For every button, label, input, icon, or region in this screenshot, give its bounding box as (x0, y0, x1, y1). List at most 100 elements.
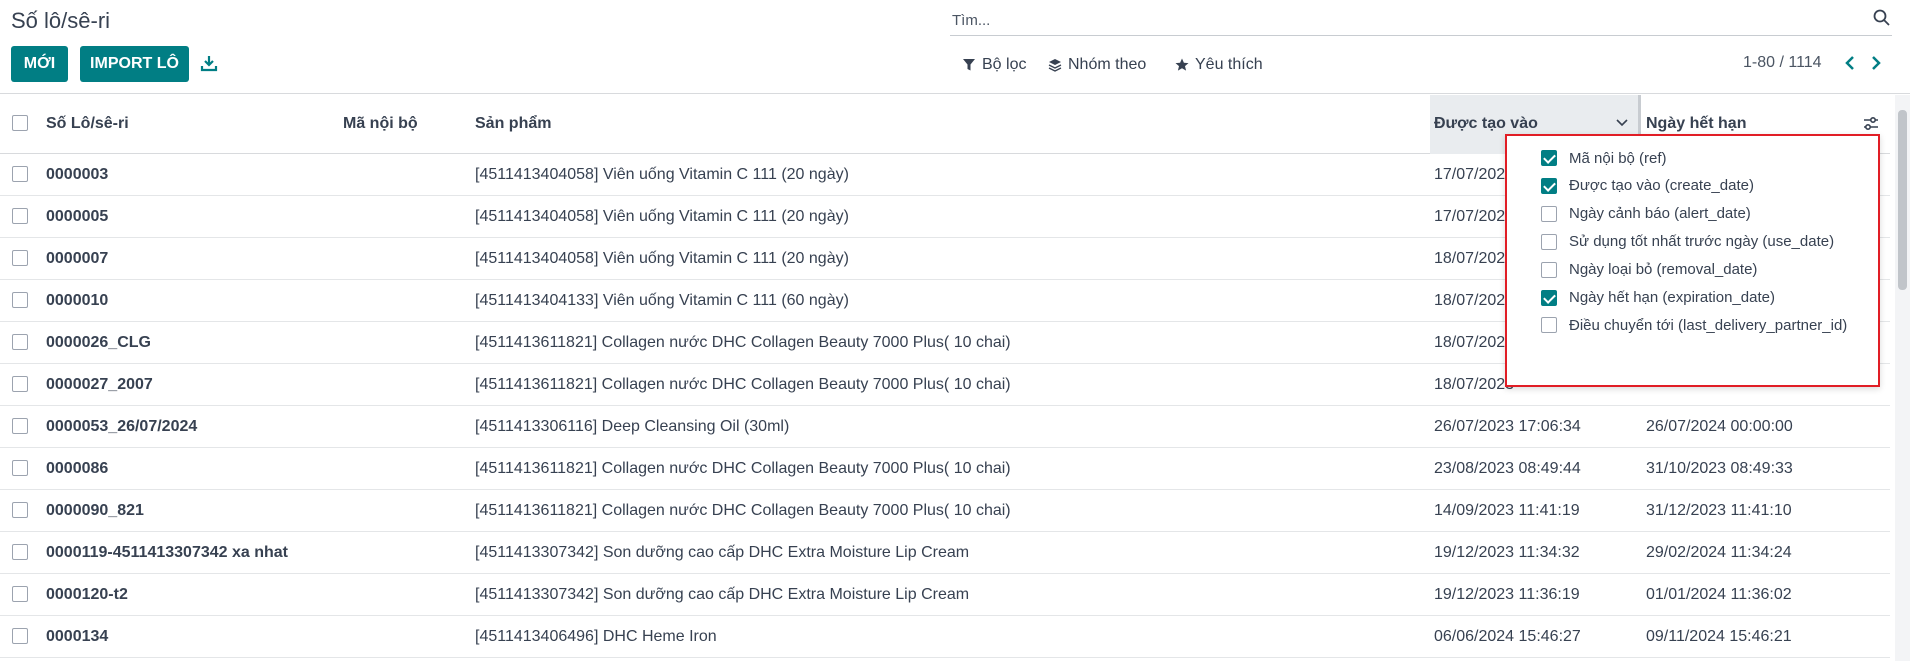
row-checkbox[interactable] (12, 586, 28, 602)
table-row[interactable]: 0000134 [4511413406496] DHC Heme Iron 06/0… (0, 616, 1890, 658)
row-checkbox[interactable] (12, 208, 28, 224)
optional-column-label: Điều chuyển tới (last_delivery_partner_i… (1569, 316, 1848, 334)
select-all-checkbox[interactable] (12, 115, 28, 131)
table-row[interactable]: 0000120-t2 [4511413307342] Son dưỡng cao … (0, 574, 1890, 616)
chevron-right-icon[interactable] (1866, 53, 1886, 73)
vertical-scrollbar[interactable] (1895, 95, 1910, 661)
optional-column-option[interactable]: Điều chuyển tới (last_delivery_partner_i… (1541, 313, 1847, 337)
column-header-lot[interactable]: Số Lô/sê-ri (46, 115, 129, 133)
pager-value[interactable]: 1-80 / 1114 (1743, 54, 1822, 72)
group-by-button[interactable]: Nhóm theo (1048, 56, 1146, 74)
cell-expiration: 29/02/2024 11:34:24 (1646, 544, 1792, 561)
column-header-created[interactable]: Được tạo vào (1434, 115, 1538, 133)
cell-expiration: 31/12/2023 11:41:10 (1646, 502, 1792, 519)
optional-column-checkbox[interactable] (1541, 261, 1557, 278)
optional-column-checkbox[interactable] (1541, 317, 1557, 334)
cell-created: 26/07/2023 17:06:34 (1434, 418, 1581, 435)
chevron-left-icon[interactable] (1840, 53, 1860, 73)
row-checkbox[interactable] (12, 502, 28, 518)
import-lots-button[interactable]: IMPORT LÔ (80, 46, 189, 82)
cell-product: [4511413404058] Viên uống Vitamin C 111 … (475, 166, 849, 183)
cell-created: 19/12/2023 11:34:32 (1434, 544, 1580, 561)
optional-column-checkbox[interactable] (1541, 233, 1557, 250)
optional-column-option[interactable]: Ngày loại bỏ (removal_date) (1541, 258, 1757, 282)
optional-column-option[interactable]: Mã nội bộ (ref) (1541, 146, 1667, 170)
row-checkbox[interactable] (12, 628, 28, 644)
cell-lot: 0000120-t2 (46, 586, 128, 603)
optional-column-option[interactable]: Sử dụng tốt nhất trước ngày (use_date) (1541, 230, 1834, 254)
cell-created: 14/09/2023 11:41:19 (1434, 502, 1580, 519)
cell-lot: 0000003 (46, 166, 109, 183)
page-title: Số lô/sê-ri (11, 8, 111, 33)
cell-lot: 0000053_26/07/2024 (46, 418, 198, 435)
optional-column-option[interactable]: Ngày cảnh báo (alert_date) (1541, 202, 1751, 226)
row-checkbox[interactable] (12, 292, 28, 308)
optional-column-option[interactable]: Ngày hết hạn (expiration_date) (1541, 286, 1775, 310)
row-checkbox[interactable] (12, 334, 28, 350)
cell-product: [4511413404133] Viên uống Vitamin C 111 … (475, 292, 849, 309)
optional-column-checkbox[interactable] (1541, 289, 1557, 306)
optional-column-label: Ngày cảnh báo (alert_date) (1569, 205, 1751, 223)
cell-lot: 0000119-4511413307342 xa nhat (46, 544, 288, 561)
table-row[interactable]: 0000119-4511413307342 xa nhat [4511413307… (0, 532, 1890, 574)
download-icon[interactable] (199, 53, 219, 73)
cell-expiration: 09/11/2024 15:46:21 (1646, 628, 1792, 645)
cell-lot: 0000010 (46, 292, 109, 309)
cell-created: 18/07/2023 (1434, 250, 1515, 267)
row-checkbox[interactable] (12, 460, 28, 476)
cell-created: 17/07/2023 (1434, 166, 1515, 183)
control-panel: Số lô/sê-ri MỚI IMPORT LÔ Bộ lọc Nhóm th… (0, 0, 1910, 94)
filter-button[interactable]: Bộ lọc (962, 56, 1026, 74)
cell-lot: 0000026_CLG (46, 334, 151, 351)
optional-column-label: Ngày loại bỏ (removal_date) (1569, 261, 1758, 279)
optional-column-option[interactable]: Được tạo vào (create_date) (1541, 174, 1754, 198)
chevron-down-icon[interactable] (1614, 114, 1630, 130)
column-header-ref[interactable]: Mã nội bộ (343, 115, 418, 133)
optional-column-label: Được tạo vào (create_date) (1569, 177, 1754, 195)
table-row[interactable]: 0000053_26/07/2024 [4511413306116] Deep C… (0, 406, 1890, 448)
filter-icon (963, 59, 975, 71)
cell-created: 18/07/2023 (1434, 334, 1515, 351)
cell-product: [4511413611821] Collagen nước DHC Collag… (475, 376, 1011, 393)
cell-product: [4511413404058] Viên uống Vitamin C 111 … (475, 208, 849, 225)
group-by-label: Nhóm theo (1068, 56, 1147, 73)
cell-product: [4511413306116] Deep Cleansing Oil (30ml… (475, 418, 790, 435)
layers-icon (1048, 59, 1062, 72)
column-header-product[interactable]: Sản phẩm (475, 115, 551, 133)
search-bar (950, 4, 1892, 36)
cell-product: [4511413611821] Collagen nước DHC Collag… (475, 502, 1011, 519)
optional-column-label: Mã nội bộ (ref) (1569, 149, 1667, 167)
favorites-button[interactable]: Yêu thích (1175, 56, 1263, 74)
cell-created: 17/07/2023 (1434, 208, 1515, 225)
star-icon (1175, 58, 1189, 71)
row-checkbox[interactable] (12, 418, 28, 434)
optional-column-checkbox[interactable] (1541, 205, 1557, 222)
filter-label: Bộ lọc (982, 56, 1027, 73)
scrollbar-thumb[interactable] (1898, 110, 1907, 290)
cell-lot: 0000134 (46, 628, 109, 645)
cell-lot: 0000005 (46, 208, 109, 225)
search-input[interactable] (952, 8, 1802, 32)
column-header-expiration[interactable]: Ngày hết hạn (1646, 115, 1746, 133)
optional-columns-sliders-icon[interactable] (1862, 115, 1880, 133)
cell-product: [4511413307342] Son dưỡng cao cấp DHC Ex… (475, 586, 970, 603)
table-row[interactable]: 0000090_821 [4511413611821] Collagen nước… (0, 490, 1890, 532)
optional-column-checkbox[interactable] (1541, 177, 1557, 194)
cell-created: 06/06/2024 15:46:27 (1434, 628, 1581, 645)
optional-columns-dropdown: Mã nội bộ (ref) Được tạo vào (create_date… (1505, 134, 1880, 387)
cell-product: [4511413404058] Viên uống Vitamin C 111 … (475, 250, 849, 267)
row-checkbox[interactable] (12, 166, 28, 182)
new-button[interactable]: MỚI (11, 46, 68, 82)
search-icon[interactable] (1872, 8, 1892, 28)
cell-expiration: 26/07/2024 00:00:00 (1646, 418, 1793, 435)
cell-product: [4511413611821] Collagen nước DHC Collag… (475, 334, 1011, 351)
optional-column-label: Sử dụng tốt nhất trước ngày (use_date) (1569, 233, 1835, 251)
cell-created: 18/07/2023 (1434, 376, 1515, 393)
row-checkbox[interactable] (12, 376, 28, 392)
row-checkbox[interactable] (12, 250, 28, 266)
table-row[interactable]: 0000086 [4511413611821] Collagen nước DHC… (0, 448, 1890, 490)
optional-column-checkbox[interactable] (1541, 150, 1557, 166)
cell-lot: 0000007 (46, 250, 109, 267)
cell-product: [4511413307342] Son dưỡng cao cấp DHC Ex… (475, 544, 970, 561)
row-checkbox[interactable] (12, 544, 28, 560)
